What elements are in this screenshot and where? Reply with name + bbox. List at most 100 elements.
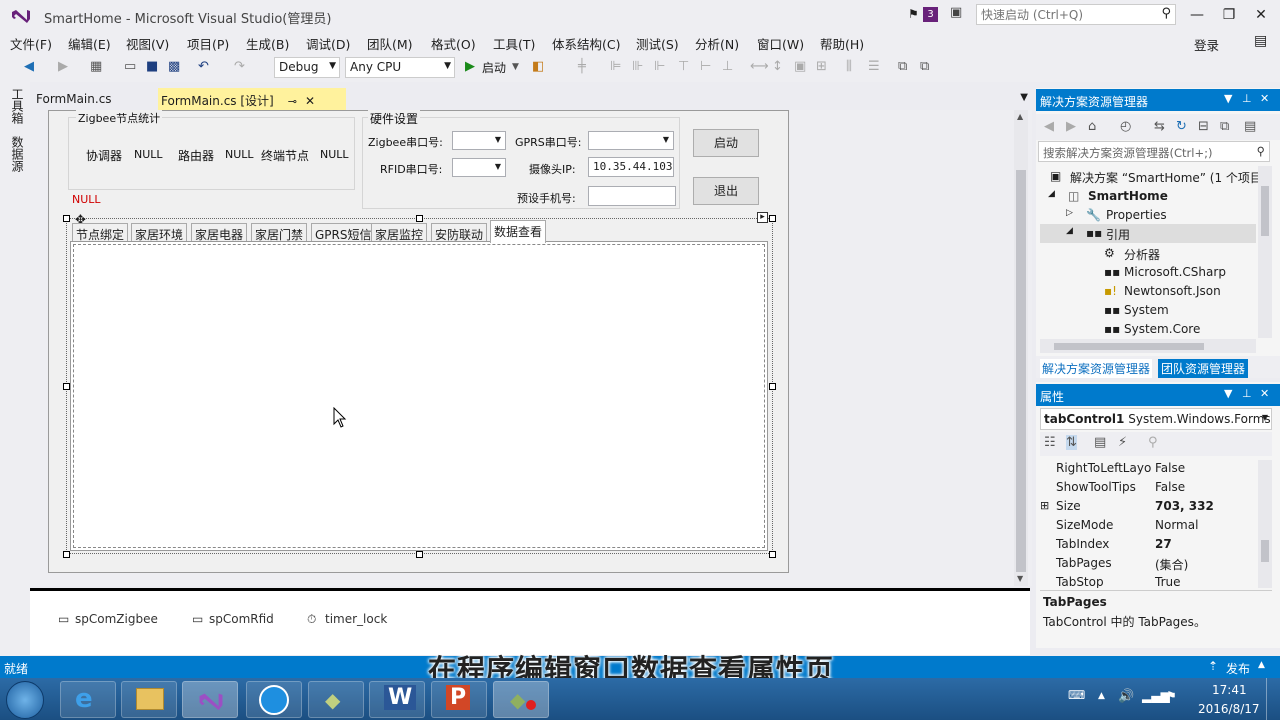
solution-config-select[interactable]: Debug ▼ <box>274 57 340 78</box>
expand-icon[interactable]: ◢ <box>1048 189 1055 199</box>
menu-edit[interactable]: 编辑(E) <box>68 34 111 53</box>
solution-search-input[interactable]: 搜索解决方案资源管理器(Ctrl+;) ⚲ <box>1038 141 1270 162</box>
tree-ref-newtonsoft[interactable]: Newtonsoft.Json <box>1124 284 1221 298</box>
clock-date[interactable]: 2016/8/17 <box>1198 702 1260 716</box>
align-right-icon[interactable]: ⊩ <box>654 59 665 74</box>
tab-security-linkage[interactable]: 安防联动 <box>431 223 488 242</box>
chevron-down-icon[interactable]: ▼ <box>1224 387 1232 400</box>
clock-time[interactable]: 17:41 <box>1212 683 1247 697</box>
menu-format[interactable]: 格式(O) <box>431 34 476 53</box>
feedback-icon[interactable]: ▣ <box>950 5 962 20</box>
tree-references[interactable]: 引用 <box>1106 226 1130 243</box>
back-icon[interactable]: ◀ <box>24 59 34 74</box>
collapse-icon[interactable]: ⊟ <box>1198 119 1209 134</box>
properties-view-icon[interactable]: ▤ <box>1094 435 1106 450</box>
spacing-icon[interactable]: ⫼ <box>846 59 852 74</box>
scrollbar-thumb[interactable] <box>1016 170 1026 572</box>
prop-value[interactable]: (集合) <box>1155 556 1188 573</box>
tree-solution[interactable]: 解决方案 “SmartHome” (1 个项目) <box>1070 169 1267 186</box>
menu-project[interactable]: 项目(P) <box>187 34 229 53</box>
tab-formmain-code[interactable]: FormMain.cs <box>30 88 158 110</box>
prop-value[interactable]: 703, 332 <box>1155 499 1214 513</box>
resize-handle[interactable] <box>63 215 70 222</box>
resize-handle[interactable] <box>416 215 423 222</box>
collapse-arrow-icon[interactable]: ▷ <box>1066 208 1073 218</box>
prop-value[interactable]: True <box>1155 575 1181 588</box>
taskbar-word[interactable]: W <box>369 681 425 718</box>
camera-ip-field[interactable]: 10.35.44.103 <box>588 157 674 177</box>
toolbox-tab[interactable]: 工具箱 <box>9 88 26 124</box>
platform-select[interactable]: Any CPU ▼ <box>345 57 455 78</box>
properties-object-select[interactable]: tabControl1 System.Windows.Forms ▼ <box>1040 408 1272 430</box>
send-back-icon[interactable]: ⧉ <box>920 59 929 74</box>
menu-build[interactable]: 生成(B) <box>246 34 289 53</box>
scroll-up-icon[interactable]: ▲ <box>1017 112 1023 121</box>
prop-value[interactable]: False <box>1155 461 1185 475</box>
phone-field[interactable] <box>588 186 676 206</box>
taskbar-powerpoint[interactable]: P <box>431 681 487 718</box>
zigbee-port-select[interactable]: ▼ <box>452 131 506 150</box>
tab-node-binding[interactable]: 节点绑定 <box>72 223 129 242</box>
pin-icon[interactable]: ⊥ <box>1242 387 1252 400</box>
redo-icon[interactable]: ↷ <box>234 59 245 74</box>
resize-handle[interactable] <box>63 551 70 558</box>
tab-solution-explorer[interactable]: 解决方案资源管理器 <box>1040 359 1153 378</box>
publish-icon[interactable]: ⇡ <box>1208 659 1218 673</box>
open-file-icon[interactable]: ▭ <box>124 59 136 74</box>
chevron-down-icon[interactable]: ▼ <box>1020 92 1028 103</box>
align-middle-icon[interactable]: ⊢ <box>700 59 711 74</box>
history-icon[interactable]: ◴ <box>1120 119 1131 134</box>
pin-icon[interactable]: ⊥ <box>1242 92 1252 105</box>
taskbar-app[interactable]: ◆ <box>308 681 364 718</box>
quick-launch[interactable]: ⚲ <box>976 4 1176 25</box>
volume-icon[interactable]: 🔊 <box>1118 689 1134 704</box>
maximize-button[interactable]: ❐ <box>1214 4 1244 26</box>
scrollbar-thumb[interactable] <box>1054 343 1204 350</box>
component-spcomrfid[interactable]: spComRfid <box>209 612 274 626</box>
scroll-down-icon[interactable]: ▼ <box>1017 574 1023 583</box>
tree-ref-microsoft-csharp[interactable]: Microsoft.CSharp <box>1124 265 1226 279</box>
close-button[interactable]: ✕ <box>1246 4 1276 26</box>
close-tab-icon[interactable]: ✕ <box>305 94 315 108</box>
menu-view[interactable]: 视图(V) <box>126 34 169 53</box>
forward-icon[interactable]: ▶ <box>58 59 68 74</box>
data-sources-tab[interactable]: 数据源 <box>9 136 26 172</box>
properties-icon[interactable]: ▤ <box>1244 119 1256 134</box>
home-icon[interactable]: ⌂ <box>1088 119 1096 134</box>
pin-icon[interactable]: ⊸ <box>288 95 297 108</box>
align-left-icon[interactable]: ⊫ <box>610 59 621 74</box>
tray-expand-icon[interactable]: ▲ <box>1098 691 1105 701</box>
taskbar-teamviewer[interactable] <box>246 681 302 718</box>
close-icon[interactable]: ✕ <box>1260 387 1269 400</box>
search-icon[interactable]: ⚲ <box>1161 6 1171 21</box>
resize-handle[interactable] <box>416 551 423 558</box>
prop-value[interactable]: 27 <box>1155 537 1172 551</box>
resize-handle[interactable] <box>769 383 776 390</box>
back-icon[interactable]: ◀ <box>1044 119 1054 134</box>
bring-front-icon[interactable]: ⧉ <box>898 59 907 74</box>
new-project-icon[interactable]: ▦ <box>90 59 102 74</box>
taskbar-ie[interactable]: e <box>60 681 116 718</box>
solution-vertical-scrollbar[interactable] <box>1258 166 1272 338</box>
prop-value[interactable]: Normal <box>1155 518 1198 532</box>
alphabetical-icon[interactable]: ⇅ <box>1066 435 1077 450</box>
action-center-icon[interactable]: ⚑ <box>1166 689 1177 703</box>
align-top-icon[interactable]: ⊤ <box>678 59 689 74</box>
resize-handle[interactable] <box>769 215 776 222</box>
smart-tag-icon[interactable]: ▸ <box>757 212 768 223</box>
refresh-icon[interactable]: ↻ <box>1176 119 1187 134</box>
expand-icon[interactable]: ◢ <box>1066 226 1073 236</box>
publish-button[interactable]: 发布 <box>1226 660 1250 677</box>
taskbar-visual-studio[interactable] <box>182 681 238 718</box>
tab-gprs-sms[interactable]: GPRS短信 <box>311 223 376 242</box>
quick-launch-input[interactable] <box>977 5 1157 24</box>
menu-tools[interactable]: 工具(T) <box>493 34 535 53</box>
resize-handle[interactable] <box>769 551 776 558</box>
menu-file[interactable]: 文件(F) <box>10 34 52 53</box>
tab-formmain-design[interactable]: FormMain.cs [设计] ⊸ ✕ <box>158 88 346 110</box>
vertical-spacing-icon[interactable]: ☰ <box>868 59 880 74</box>
sync-icon[interactable]: ⇆ <box>1154 119 1165 134</box>
categorized-icon[interactable]: ☷ <box>1044 435 1056 450</box>
same-height-icon[interactable]: ↕ <box>772 59 783 74</box>
align-grid-icon[interactable]: ╪ <box>578 59 586 74</box>
